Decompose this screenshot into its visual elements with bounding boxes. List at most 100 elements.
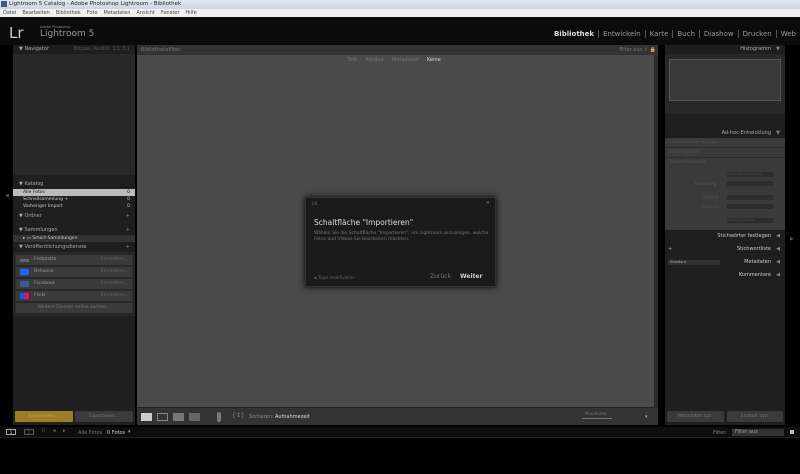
menu-bibliothek[interactable]: Bibliothek [56,9,81,17]
grid-icon[interactable]: ⁞⁞ [42,428,45,434]
histogram-header[interactable]: Histogramm ▼ [665,45,785,54]
loupe-view-icon[interactable] [157,413,168,421]
histogram-title: Histogramm [740,46,771,52]
filter-tab-attribute[interactable]: Attribut [365,55,384,65]
navigator-preview [13,54,135,175]
import-button[interactable]: Importieren... [15,411,73,422]
grid-view-icon[interactable] [141,413,152,421]
catalog-item-all-photos[interactable]: Alle Fotos 0 [13,189,135,196]
source-label[interactable]: Alle Fotos [78,430,102,436]
module-entwickeln[interactable]: Entwickeln [598,30,645,38]
add-keyword-button[interactable]: + [668,245,672,254]
metadata-header[interactable]: Standard Metadaten ◀ [665,258,785,267]
service-facebook[interactable]: Facebook Einrichten... [16,279,132,289]
window-2-button[interactable]: 2 [24,429,34,435]
filter-tab-text[interactable]: Text [347,55,357,65]
catalog-header[interactable]: ▼ Katalog [13,180,135,189]
close-icon[interactable]: × [486,200,490,206]
sync-settings-button[interactable]: Einstell. syn. [727,411,783,422]
menu-fenster[interactable]: Fenster [161,9,180,17]
module-diashow[interactable]: Diashow [698,30,738,38]
catalog-title: Katalog [24,181,44,187]
left-panel-toggle-icon[interactable]: ◀ [5,193,9,199]
filter-bar-title: Bibliotheksfilter: [141,47,182,53]
add-collection-button[interactable]: + [126,226,130,235]
keywording-header[interactable]: Stichwörter festlegen ◀ [665,232,785,241]
filter-lock-icon[interactable] [790,430,794,434]
menu-bearbeiten[interactable]: Bearbeiten [22,9,49,17]
compare-view-icon[interactable] [173,413,184,421]
comments-header[interactable]: Kommentare ◀ [665,271,785,280]
keyword-list-header[interactable]: + Stichwortliste ◀ [665,245,785,254]
vibrance-buttons[interactable] [727,204,773,209]
sort-direction-icon[interactable]: {↕} [232,412,245,419]
exposure-buttons[interactable] [727,181,773,186]
histogram-panel [665,54,785,114]
find-more-services-button[interactable]: Weitere Dienste online suchen... [16,303,132,313]
window-1-button[interactable]: 1 [6,429,16,435]
survey-view-icon[interactable] [189,413,200,421]
sort-select[interactable]: Aufnahmezeit [275,414,310,420]
catalog-item-quick-collection[interactable]: Schnellsammlung + 0 [13,196,135,203]
menu-ansicht[interactable]: Ansicht [136,9,154,17]
tone-control-row[interactable]: Tonwertkontrolle [665,158,785,168]
module-web[interactable]: Web [775,30,800,38]
menu-foto[interactable]: Foto [87,9,98,17]
menu-hilfe[interactable]: Hilfe [185,9,196,17]
auto-tone-button[interactable]: Automatischer Tonwert [727,172,773,177]
publish-header[interactable]: ▼ Veröffentlichungsdienste + [13,243,135,252]
module-karte[interactable]: Karte [644,30,673,38]
menu-metadaten[interactable]: Metadaten [104,9,131,17]
saved-preset-row[interactable]: Gespeicherte Vorgabe [665,138,785,148]
spray-can-icon[interactable] [217,412,221,422]
collection-smart[interactable]: ▸ ▭ Smart-Sammlungen [13,235,135,242]
catalog-item-previous-import[interactable]: Vorheriger Import 0 [13,203,135,210]
brand-line2: Lightroom 5 [40,29,95,39]
disable-tips-checkbox[interactable]: ▪ Tipps deaktivieren [314,275,355,280]
forward-arrow-icon[interactable]: ▸ [63,428,66,434]
filter-tab-metadata[interactable]: Metadaten [392,55,419,65]
add-folder-button[interactable]: + [126,212,130,221]
setup-button[interactable]: Einrichten... [101,267,128,277]
export-button[interactable]: Exportieren... [75,411,133,422]
nav-fill[interactable]: Ausfül. [94,46,111,52]
add-service-button[interactable]: + [126,243,130,252]
thumbnail-slider[interactable] [582,418,612,419]
tip-title: Schaltfläche "Importieren" [314,218,414,227]
back-button[interactable]: Zurück [430,273,451,280]
setup-button[interactable]: Einrichten... [101,255,128,265]
menu-datei[interactable]: Datei [3,9,16,17]
nav-1to1[interactable]: 1:1 [112,46,120,52]
label: Festplatte [34,257,57,262]
module-drucken[interactable]: Drucken [737,30,776,38]
folders-header[interactable]: ▼ Ordner + [13,212,135,221]
module-bibliothek[interactable]: Bibliothek [550,30,598,38]
back-arrow-icon[interactable]: ◂ [53,428,56,434]
white-balance-row[interactable]: Weißabgleich [665,148,785,158]
next-button[interactable]: Weiter [460,273,482,280]
filter-tab-none[interactable]: Keine [427,55,441,65]
nav-3to1[interactable]: 3:1 [122,46,130,52]
photo-count[interactable]: 0 Fotos [107,430,125,436]
quick-develop-header[interactable]: Ad-hoc-Entwicklung ▼ [665,129,785,138]
nav-fit[interactable]: Einpas. [74,46,92,52]
navigator-header[interactable]: ▼ Navigator Einpas. Ausfül. 1:1 3:1 [13,45,135,54]
service-harddrive[interactable]: Festplatte Einrichten... [16,255,132,265]
setup-button[interactable]: Einrichten... [101,291,128,301]
setup-button[interactable]: Einrichten... [101,279,128,289]
service-behance[interactable]: Behance Einrichten... [16,267,132,277]
module-buch[interactable]: Buch [672,30,699,38]
filter-preset-select[interactable]: Filter aus ⇕ [619,45,648,55]
scrollbar[interactable] [654,55,658,407]
clarity-buttons[interactable] [727,195,773,200]
collections-header[interactable]: ▼ Sammlungen + [13,226,135,235]
filter-select[interactable]: Filter aus [732,429,784,436]
toolbar-menu-icon[interactable]: ▾ [645,414,648,420]
lock-icon[interactable]: 🔒 [650,45,656,55]
service-flickr[interactable]: Flickr Einrichten... [16,291,132,301]
metadata-preset-select[interactable]: Standard [668,260,720,265]
reset-all-button[interactable]: Alles zurücksetzen [727,218,773,223]
right-panel-toggle-icon[interactable]: ▶ [790,236,794,242]
chevron-down-icon[interactable]: ▾ [128,429,131,435]
sync-metadata-button[interactable]: Metadaten syn. [667,411,724,422]
